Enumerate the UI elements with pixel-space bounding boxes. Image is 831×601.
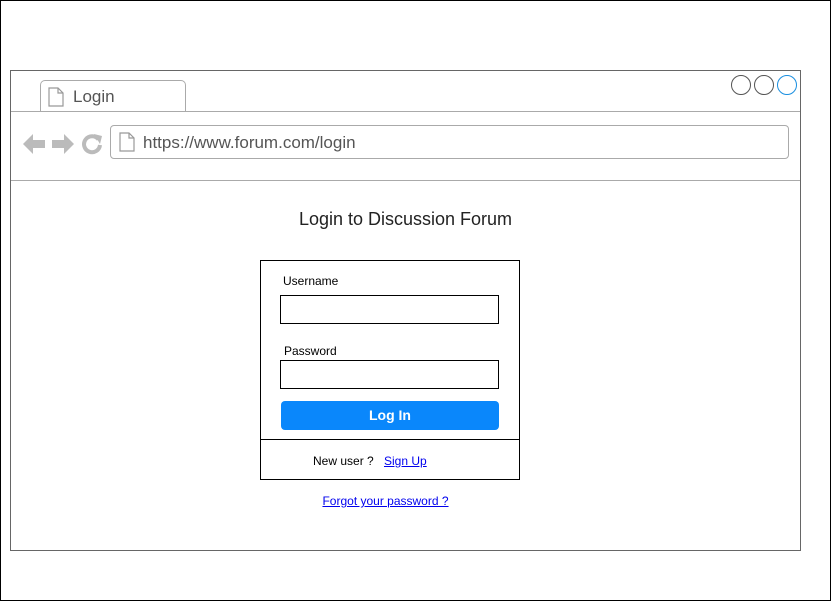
new-user-text: New user ?	[313, 454, 374, 468]
page-icon	[119, 132, 135, 157]
page-title: Login to Discussion Forum	[298, 209, 513, 229]
password-input[interactable]	[280, 360, 499, 389]
refresh-icon[interactable]	[81, 133, 103, 160]
forward-arrow-icon[interactable]	[51, 133, 75, 160]
page-icon	[48, 87, 64, 112]
browser-window: Login https://www.forum.com/login Login …	[10, 70, 801, 551]
window-controls	[731, 75, 797, 95]
username-input[interactable]	[280, 295, 499, 324]
back-arrow-icon[interactable]	[22, 133, 46, 160]
minimize-button[interactable]	[731, 75, 751, 95]
maximize-button[interactable]	[777, 75, 797, 95]
tab-bar: Login	[11, 71, 800, 112]
address-bar[interactable]: https://www.forum.com/login	[110, 125, 789, 159]
form-divider	[261, 439, 519, 440]
tab-login[interactable]: Login	[40, 80, 186, 111]
restore-button[interactable]	[754, 75, 774, 95]
login-button[interactable]: Log In	[281, 401, 499, 430]
login-form: Username Password Log In New user ? Sign…	[260, 260, 520, 480]
navigation-bar: https://www.forum.com/login	[11, 112, 800, 181]
page-content: Login to Discussion Forum Username Passw…	[11, 181, 800, 550]
forgot-password-link[interactable]: Forgot your password ?	[11, 494, 760, 508]
signup-link[interactable]: Sign Up	[384, 454, 427, 468]
password-label: Password	[284, 344, 337, 358]
url-text: https://www.forum.com/login	[143, 133, 356, 152]
username-label: Username	[283, 274, 339, 288]
tab-label: Login	[73, 87, 115, 106]
